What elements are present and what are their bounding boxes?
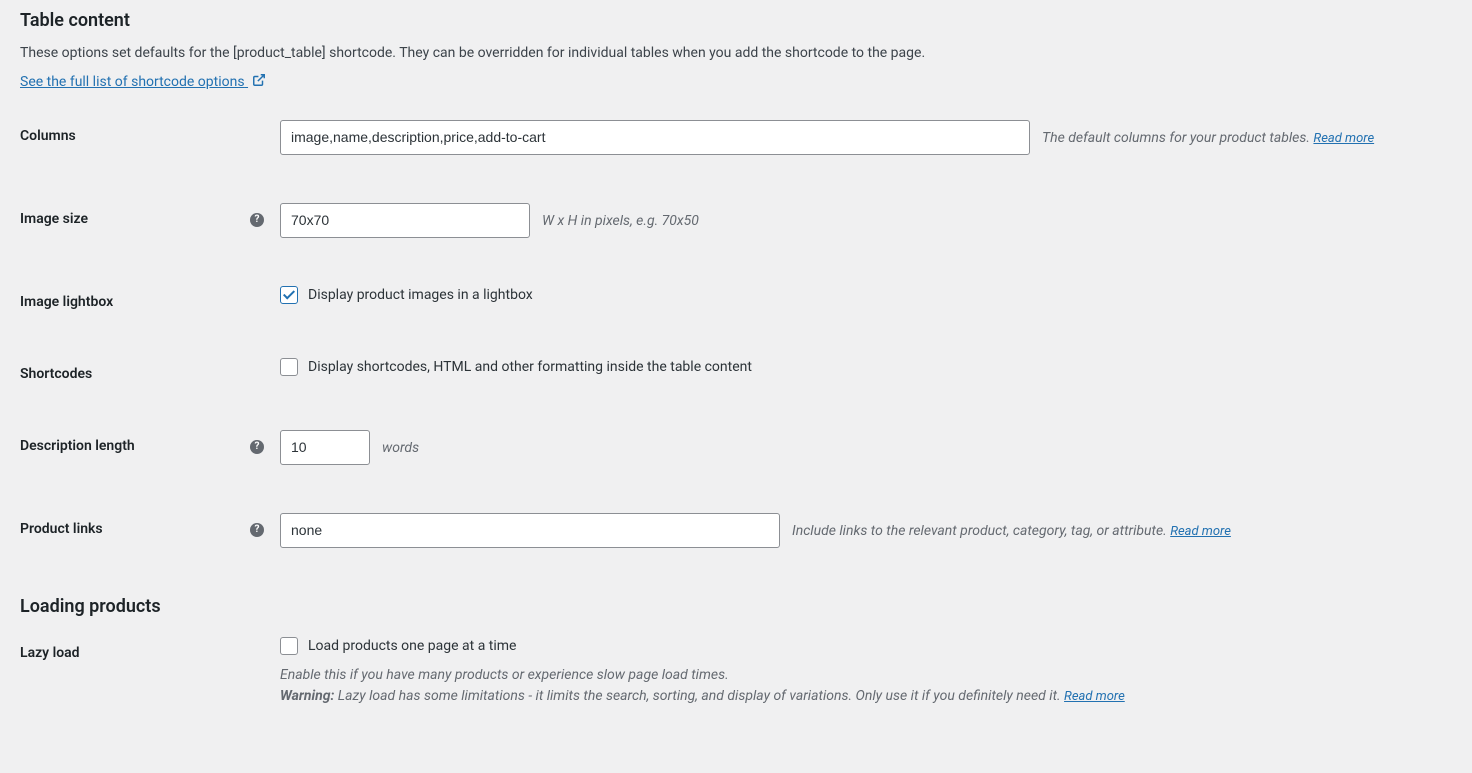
shortcode-options-link[interactable]: See the full list of shortcode options [20, 74, 266, 90]
section-title-loading-products: Loading products [20, 596, 1452, 617]
columns-label: Columns [20, 120, 280, 144]
help-icon[interactable]: ? [250, 523, 264, 537]
description-length-hint: words [382, 440, 419, 456]
shortcodes-checkbox[interactable] [280, 358, 298, 376]
columns-input[interactable] [280, 120, 1030, 155]
section-intro: These options set defaults for the [prod… [20, 45, 1452, 61]
image-size-hint: W x H in pixels, e.g. 70x50 [542, 213, 699, 229]
columns-help: The default columns for your product tab… [1042, 130, 1374, 146]
lazy-load-text[interactable]: Load products one page at a time [308, 638, 516, 654]
product-links-label: Product links [20, 521, 103, 537]
lazy-load-checkbox[interactable] [280, 637, 298, 655]
link-text: See the full list of shortcode options [20, 74, 245, 90]
lazy-load-description: Enable this if you have many products or… [280, 665, 1452, 707]
product-links-read-more-link[interactable]: Read more [1170, 524, 1231, 539]
lazy-load-read-more-link[interactable]: Read more [1064, 689, 1125, 704]
product-links-help: Include links to the relevant product, c… [792, 523, 1231, 539]
image-size-label: Image size [20, 211, 88, 227]
columns-read-more-link[interactable]: Read more [1313, 131, 1374, 146]
shortcodes-text[interactable]: Display shortcodes, HTML and other forma… [308, 359, 752, 375]
section-title-table-content: Table content [20, 10, 1452, 31]
description-length-label: Description length [20, 438, 135, 454]
image-size-input[interactable] [280, 203, 530, 238]
external-link-icon [252, 73, 266, 87]
description-length-input[interactable] [280, 430, 370, 465]
image-lightbox-label: Image lightbox [20, 286, 280, 310]
help-icon[interactable]: ? [250, 440, 264, 454]
shortcodes-label: Shortcodes [20, 358, 280, 382]
image-lightbox-checkbox[interactable] [280, 286, 298, 304]
image-lightbox-text[interactable]: Display product images in a lightbox [308, 287, 533, 303]
lazy-load-label: Lazy load [20, 637, 280, 661]
product-links-input[interactable] [280, 513, 780, 548]
help-icon[interactable]: ? [250, 213, 264, 227]
